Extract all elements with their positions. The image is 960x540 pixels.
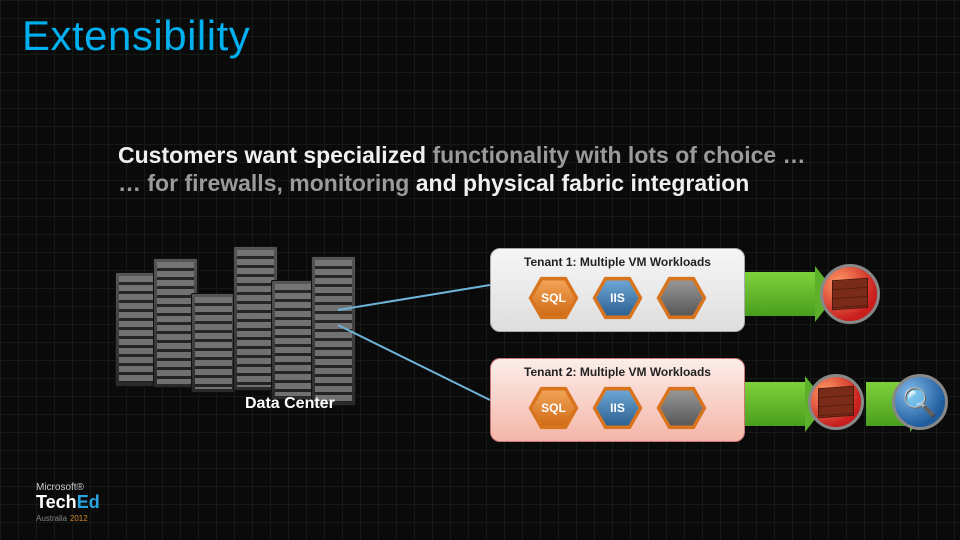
iis-hex-icon: IIS <box>592 385 644 431</box>
monitor-icon: 🔍 <box>892 374 948 430</box>
storage-hex-icon <box>656 275 708 321</box>
tenant-card-2: Tenant 2: Multiple VM Workloads SQL IIS <box>490 358 745 442</box>
sql-hex-icon: SQL <box>528 385 580 431</box>
footer-logo: Microsoft® TechEd Australia 2012 <box>36 482 100 524</box>
subtitle-line2-strong: and physical fabric integration <box>416 170 750 196</box>
slide-title: Extensibility <box>22 12 250 60</box>
brand-ed: Ed <box>77 492 100 512</box>
server-rack-icon <box>191 293 236 393</box>
firewall-icon <box>808 374 864 430</box>
storage-hex-icon <box>656 385 708 431</box>
server-rack-icon <box>271 280 316 400</box>
footer-region: Australia <box>36 514 67 523</box>
arrow-icon <box>745 272 815 316</box>
tenant-2-workloads: SQL IIS <box>491 383 744 433</box>
tenant-card-1: Tenant 1: Multiple VM Workloads SQL IIS <box>490 248 745 332</box>
subtitle: Customers want specialized functionality… <box>118 142 806 197</box>
arrow-icon <box>745 382 805 426</box>
tenant-1-label: Tenant 1: Multiple VM Workloads <box>491 255 744 269</box>
subtitle-line2-dim: … for firewalls, monitoring <box>118 170 416 196</box>
brand-tech: Tech <box>36 492 77 512</box>
server-rack-icon <box>311 256 356 406</box>
datacenter-label: Data Center <box>245 395 335 413</box>
sql-hex-icon: SQL <box>528 275 580 321</box>
iis-hex-icon: IIS <box>592 275 644 321</box>
tenant-2-label: Tenant 2: Multiple VM Workloads <box>491 365 744 379</box>
datacenter-cluster <box>115 238 340 408</box>
subtitle-line1-strong: Customers want specialized <box>118 142 432 168</box>
tenant-1-workloads: SQL IIS <box>491 273 744 323</box>
footer-year: 2012 <box>70 514 88 523</box>
subtitle-line1-dim: functionality with lots of choice … <box>432 142 805 168</box>
firewall-icon <box>820 264 880 324</box>
